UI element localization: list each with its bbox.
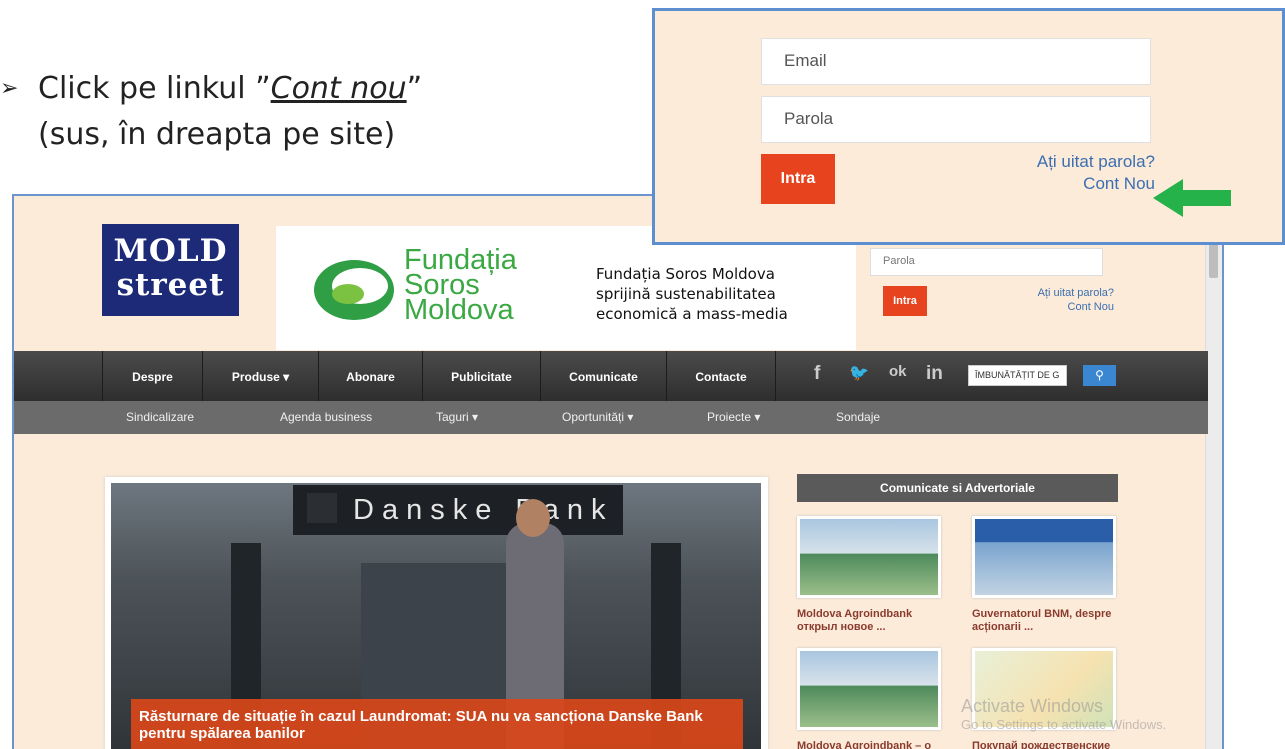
scrollbar-thumb[interactable] <box>1209 244 1218 278</box>
advertorial-card[interactable]: Guvernatorul BNM, despre acționarii ... <box>972 516 1116 634</box>
soros-fund-name: Fundația Soros Moldova <box>404 244 517 326</box>
subnav-proiecte[interactable]: Proiecte ▾ <box>707 401 760 434</box>
password-field[interactable]: Parola <box>870 248 1103 276</box>
bullet-arrow-icon: ➢ <box>0 76 19 101</box>
login-button[interactable]: Intra <box>761 154 835 204</box>
twitter-icon[interactable]: 🐦 <box>849 363 869 383</box>
header-login: Parola Intra Ați uitat parola? Cont Nou <box>870 248 1120 316</box>
card-thumbnail <box>797 516 941 598</box>
odnoklassniki-icon[interactable]: ok <box>889 363 907 380</box>
login-button[interactable]: Intra <box>883 286 927 316</box>
scrollbar[interactable] <box>1205 196 1222 749</box>
nav-publicitate[interactable]: Publicitate <box>422 351 540 401</box>
green-arrow-icon <box>1153 179 1231 217</box>
forgot-password-link[interactable]: Ați uitat parola? <box>1038 286 1114 300</box>
instruction-text: ➢ Click pe linkul ”Cont nou” (sus, în dr… <box>0 66 560 158</box>
nav-contacte[interactable]: Contacte <box>666 351 776 401</box>
new-account-link[interactable]: Cont Nou <box>985 173 1155 195</box>
bank-sign: Danske Bank <box>293 485 623 535</box>
hero-photo: Danske Bank Răsturnare de situație în ca… <box>111 483 761 749</box>
new-account-link[interactable]: Cont Nou <box>1038 300 1114 314</box>
subnav-taguri[interactable]: Taguri ▾ <box>436 401 478 434</box>
hero-caption[interactable]: Răsturnare de situație în cazul Laundrom… <box>131 699 743 749</box>
card-title: Guvernatorul BNM, despre acționarii ... <box>972 608 1112 633</box>
card-thumbnail <box>797 648 941 730</box>
card-title: Moldova Agroindbank – o <box>797 740 932 749</box>
facebook-icon[interactable]: f <box>814 363 820 385</box>
cont-nou-mention: Cont nou <box>270 71 407 106</box>
linkedin-icon[interactable]: in <box>926 363 943 385</box>
search-input[interactable]: ÎMBUNĂTĂȚIT DE G <box>968 365 1067 386</box>
advertorial-card[interactable]: Moldova Agroindbank открыл новое ... <box>797 516 941 634</box>
moldstreet-logo[interactable]: MOLD street <box>102 224 239 316</box>
password-field[interactable]: Parola <box>761 96 1151 143</box>
search-icon: ⚲ <box>1095 368 1104 382</box>
instruction-line-2: (sus, în dreapta pe site) <box>38 117 396 152</box>
instruction-line-1: Click pe linkul ”Cont nou” <box>38 71 423 106</box>
sidebar-advertorials: Comunicate si Advertoriale Moldova Agroi… <box>797 474 1118 749</box>
search-button[interactable]: ⚲ <box>1083 365 1116 386</box>
subnav-sondaje[interactable]: Sondaje <box>836 401 880 434</box>
email-field[interactable]: Email <box>761 38 1151 85</box>
sub-nav: Sindicalizare Agenda business Taguri ▾ O… <box>14 401 1208 434</box>
card-title: Покупай рождественские <box>972 740 1111 749</box>
login-links: Ați uitat parola? Cont Nou <box>985 151 1155 195</box>
soros-swirl-icon <box>314 260 394 320</box>
sidebar-title: Comunicate si Advertoriale <box>797 474 1118 502</box>
login-links: Ați uitat parola? Cont Nou <box>1038 286 1114 314</box>
nav-abonare[interactable]: Abonare <box>318 351 422 401</box>
windows-activation-watermark: Activate Windows Go to Settings to activ… <box>961 696 1167 732</box>
login-callout: Email Parola Intra Ați uitat parola? Con… <box>652 8 1285 245</box>
main-nav: Despre Produse ▾ Abonare Publicitate Com… <box>14 351 1208 401</box>
bank-logo-icon <box>307 493 337 523</box>
nav-produse[interactable]: Produse ▾ <box>202 351 318 401</box>
person-head <box>516 499 550 537</box>
card-thumbnail <box>972 516 1116 598</box>
nav-comunicate[interactable]: Comunicate <box>540 351 666 401</box>
subnav-sindicalizare[interactable]: Sindicalizare <box>126 401 194 434</box>
subnav-oportunitati[interactable]: Oportunități ▾ <box>562 401 633 434</box>
subnav-agenda-business[interactable]: Agenda business <box>280 401 372 434</box>
forgot-password-link[interactable]: Ați uitat parola? <box>985 151 1155 173</box>
hero-article[interactable]: Danske Bank Răsturnare de situație în ca… <box>105 477 768 749</box>
card-title: Moldova Agroindbank открыл новое ... <box>797 608 913 633</box>
website-screenshot: MOLD street Fundația Soros Moldova Funda… <box>12 194 1224 749</box>
advertorial-card[interactable]: Moldova Agroindbank – o <box>797 648 941 749</box>
nav-despre[interactable]: Despre <box>102 351 202 401</box>
soros-description: Fundația Soros Moldova sprijină sustenab… <box>596 265 788 323</box>
